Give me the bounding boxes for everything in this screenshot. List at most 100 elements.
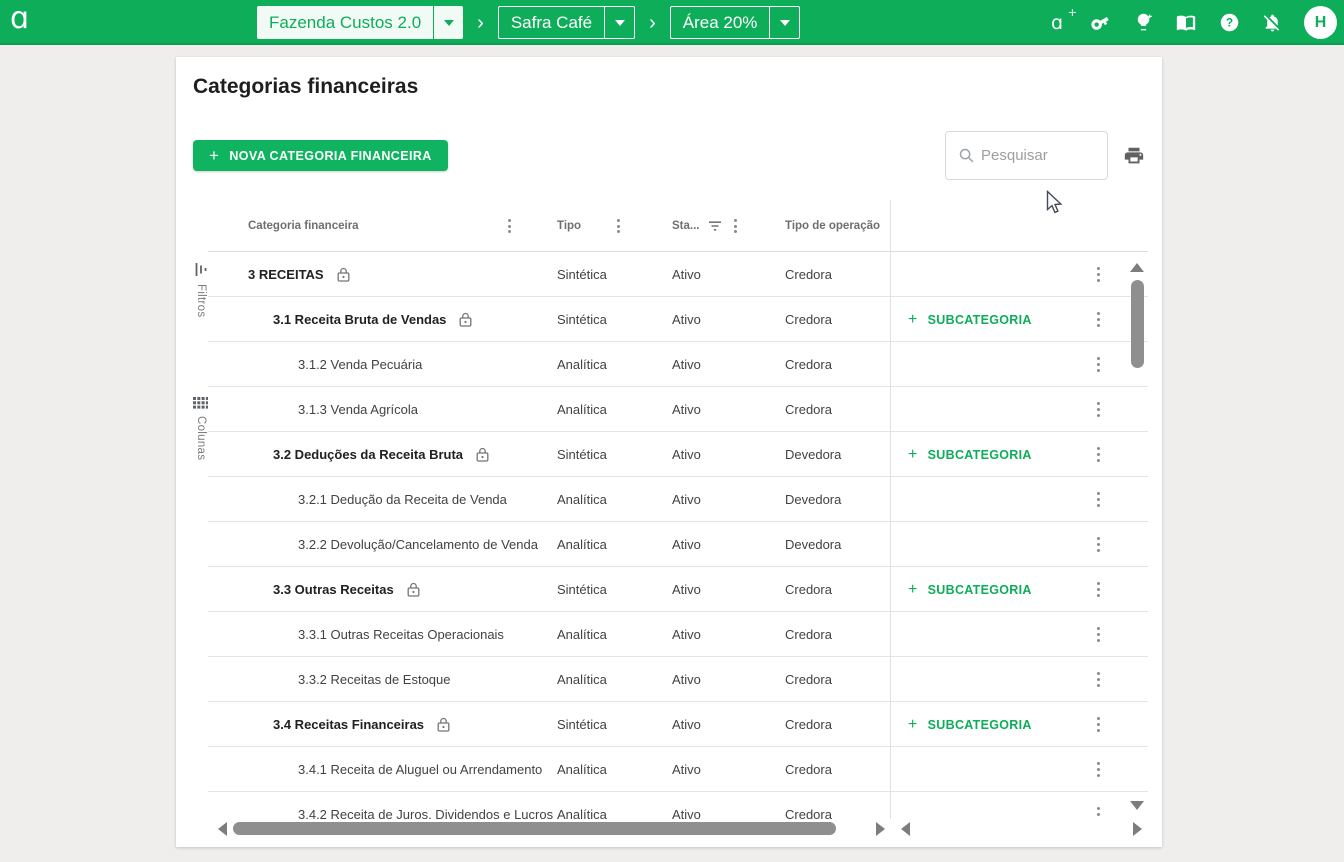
category-cell: 3.1 Receita Bruta de Vendas [208, 297, 472, 342]
chevron-down-icon[interactable] [604, 7, 634, 38]
column-header-operation-type[interactable]: Tipo de operação [785, 200, 880, 252]
category-cell: 3.1.2 Venda Pecuária [208, 342, 422, 387]
page-title: Categorias financeiras [193, 75, 419, 98]
plus-icon: + [908, 580, 918, 598]
area-selector-dropdown[interactable]: Área 20% [669, 6, 801, 39]
lock-icon [459, 312, 472, 327]
farm-selector-dropdown[interactable]: Fazenda Custos 2.0 [257, 6, 464, 39]
status-cell: Ativo [672, 267, 701, 282]
scroll-right-arrow[interactable] [876, 822, 885, 836]
category-name: 3.3.2 Receitas de Estoque [298, 672, 451, 687]
assistant-add-icon[interactable]: ɑ + [1045, 6, 1077, 35]
table-row[interactable]: 3.2.2 Devolução/Cancelamento de Venda Ana… [208, 522, 1148, 567]
search-icon [959, 148, 974, 163]
search-input[interactable] [981, 147, 1091, 164]
idea-bulb-icon[interactable] [1131, 11, 1155, 35]
print-button[interactable] [1119, 142, 1149, 170]
row-menu-icon[interactable] [1092, 567, 1104, 612]
crop-selector-dropdown[interactable]: Safra Café [497, 6, 636, 39]
table-row[interactable]: 3.2 Deduções da Receita Bruta Sintética At… [208, 432, 1148, 477]
plus-icon: + [209, 145, 220, 165]
type-cell: Sintética [557, 267, 607, 282]
lock-icon [437, 717, 450, 732]
status-cell: Ativo [672, 762, 701, 777]
scroll-right-arrow[interactable] [1133, 822, 1142, 836]
app-logo[interactable]: ɑ [10, 1, 29, 36]
printer-icon [1124, 147, 1144, 164]
add-subcategory-button[interactable]: + SUBCATEGORIA [908, 702, 1032, 747]
column-header-type[interactable]: Tipo [557, 200, 581, 252]
key-icon[interactable] [1088, 11, 1112, 35]
column-menu-icon[interactable] [729, 214, 741, 238]
add-subcategory-label: SUBCATEGORIA [927, 717, 1032, 732]
sidebar-tab-label: Filtros [195, 284, 207, 318]
scroll-left-arrow[interactable] [218, 822, 227, 836]
filter-icon [195, 263, 206, 276]
row-menu-icon[interactable] [1092, 252, 1104, 297]
chevron-down-icon[interactable] [769, 7, 799, 38]
table-row[interactable]: 3.1 Receita Bruta de Vendas Sintética Ativ… [208, 297, 1148, 342]
status-cell: Ativo [672, 672, 701, 687]
breadcrumb-separator-icon: › [649, 11, 656, 34]
table-row[interactable]: 3.4.1 Receita de Aluguel ou Arrendamento… [208, 747, 1148, 792]
horizontal-scrollbar-thumb[interactable] [233, 822, 836, 835]
row-menu-icon[interactable] [1092, 657, 1104, 702]
column-menu-icon[interactable] [612, 214, 624, 238]
category-cell: 3.1.3 Venda Agrícola [208, 387, 418, 432]
knowledge-book-icon[interactable] [1174, 11, 1198, 35]
table-row[interactable]: 3.3 Outras Receitas Sintética Ativo Credora… [208, 567, 1148, 612]
add-subcategory-label: SUBCATEGORIA [927, 582, 1032, 597]
column-header-category[interactable]: Categoria financeira [248, 200, 359, 252]
table-row[interactable]: 3.1.3 Venda Agrícola Analítica Ativo Credor… [208, 387, 1148, 432]
row-menu-icon[interactable] [1092, 612, 1104, 657]
notifications-off-icon[interactable] [1260, 11, 1284, 35]
row-menu-icon[interactable] [1092, 747, 1104, 792]
lock-icon [337, 267, 350, 282]
new-category-button[interactable]: + NOVA CATEGORIA FINANCEIRA [193, 140, 448, 171]
operation-cell: Credora [785, 267, 832, 282]
plus-icon: + [908, 445, 918, 463]
row-menu-icon[interactable] [1092, 522, 1104, 567]
row-menu-icon[interactable] [1092, 702, 1104, 747]
avatar[interactable]: H [1304, 6, 1337, 39]
add-subcategory-button[interactable]: + SUBCATEGORIA [908, 297, 1032, 342]
row-menu-icon[interactable] [1092, 342, 1104, 387]
add-subcategory-button[interactable]: + SUBCATEGORIA [908, 567, 1032, 612]
operation-cell: Devedora [785, 492, 842, 507]
table-row[interactable]: 3.1.2 Venda Pecuária Analítica Ativo Credor… [208, 342, 1148, 387]
area-selector-label: Área 20% [682, 12, 758, 32]
row-menu-icon[interactable] [1092, 387, 1104, 432]
vertical-scrollbar-thumb[interactable] [1131, 280, 1144, 368]
table-row[interactable]: 3.3.1 Outras Receitas Operacionais Analít… [208, 612, 1148, 657]
type-cell: Analítica [557, 357, 607, 372]
table-row[interactable]: 3.3.2 Receitas de Estoque Analítica Ativo C… [208, 657, 1148, 702]
category-cell: 3.4.1 Receita de Aluguel ou Arrendamento [208, 747, 542, 792]
row-menu-icon[interactable] [1092, 297, 1104, 342]
type-cell: Sintética [557, 447, 607, 462]
status-cell: Ativo [672, 492, 701, 507]
column-header-status[interactable]: Sta... [672, 200, 699, 252]
operation-cell: Credora [785, 402, 832, 417]
new-category-button-label: NOVA CATEGORIA FINANCEIRA [229, 148, 432, 163]
scroll-down-arrow[interactable] [1130, 801, 1144, 810]
row-menu-icon[interactable] [1092, 432, 1104, 477]
column-menu-icon[interactable] [503, 214, 515, 238]
search-box [945, 131, 1108, 180]
category-name: 3 RECEITAS [248, 267, 324, 282]
horizontal-scrollbar [176, 819, 1162, 839]
help-icon[interactable]: ? [1217, 11, 1241, 35]
sidebar-tab-label: Colunas [195, 416, 207, 461]
table-row[interactable]: 3.2.1 Dedução da Receita de Venda Analíti… [208, 477, 1148, 522]
row-menu-icon[interactable] [1092, 477, 1104, 522]
scroll-left-arrow[interactable] [901, 822, 910, 836]
chevron-down-icon[interactable] [433, 6, 463, 39]
table-row[interactable]: 3.4 Receitas Financeiras Sintética Ativo Cr… [208, 702, 1148, 747]
add-subcategory-button[interactable]: + SUBCATEGORIA [908, 432, 1032, 477]
table-row[interactable]: 3 RECEITAS Sintética Ativo Credora [208, 252, 1148, 297]
filter-applied-icon[interactable] [708, 200, 722, 252]
operation-cell: Devedora [785, 537, 842, 552]
scroll-up-arrow[interactable] [1130, 263, 1144, 272]
operation-cell: Credora [785, 312, 832, 327]
add-subcategory-label: SUBCATEGORIA [927, 447, 1032, 462]
category-cell: 3.4 Receitas Financeiras [208, 702, 450, 747]
